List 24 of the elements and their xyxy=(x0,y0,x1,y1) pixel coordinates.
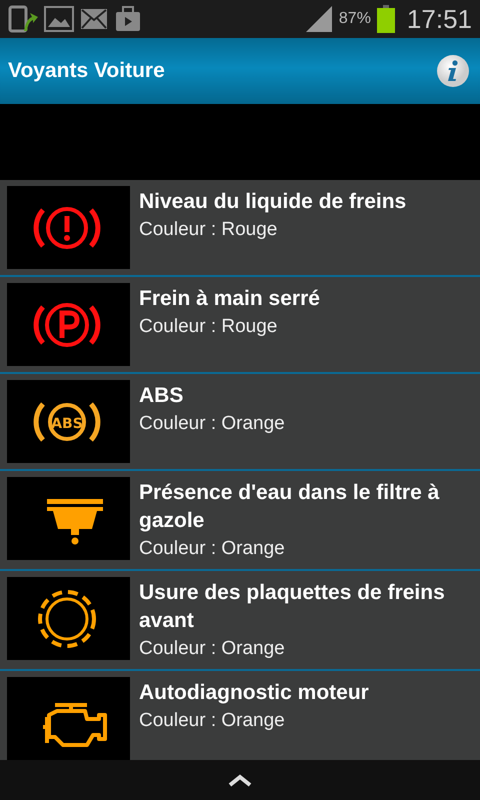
light-title[interactable]: Autodiagnostic moteur xyxy=(139,679,369,707)
briefcase-icon xyxy=(114,5,142,33)
image-icon xyxy=(44,6,74,32)
light-title[interactable]: Usure des plaquettes de freins avant xyxy=(139,579,473,635)
icon-label: ABS xyxy=(51,416,83,432)
app-title: Voyants Voiture xyxy=(8,58,165,84)
signal-icon xyxy=(304,5,333,33)
light-color-label: Couleur : Orange xyxy=(139,537,286,561)
light-color-label: Couleur : Orange xyxy=(139,637,286,661)
light-title[interactable]: Frein à main serré xyxy=(139,285,320,313)
light-title[interactable]: ABS xyxy=(139,382,285,410)
clock: 17:51 xyxy=(406,2,472,36)
phone-upload-icon xyxy=(8,5,38,33)
light-color-label: Couleur : Orange xyxy=(139,412,285,436)
light-color-label: Couleur : Rouge xyxy=(139,218,278,242)
light-title[interactable]: Présence d'eau dans le filtre à gazole xyxy=(139,479,473,535)
light-color-label: Couleur : Orange xyxy=(139,709,286,733)
battery-icon xyxy=(376,5,395,33)
chevron-up-icon[interactable] xyxy=(228,773,252,787)
mail-icon xyxy=(80,8,108,30)
light-color-label: Couleur : Rouge xyxy=(139,315,278,339)
battery-percent: 87% xyxy=(338,9,371,29)
light-title[interactable]: Niveau du liquide de freins xyxy=(139,188,406,216)
info-icon[interactable] xyxy=(436,54,470,88)
